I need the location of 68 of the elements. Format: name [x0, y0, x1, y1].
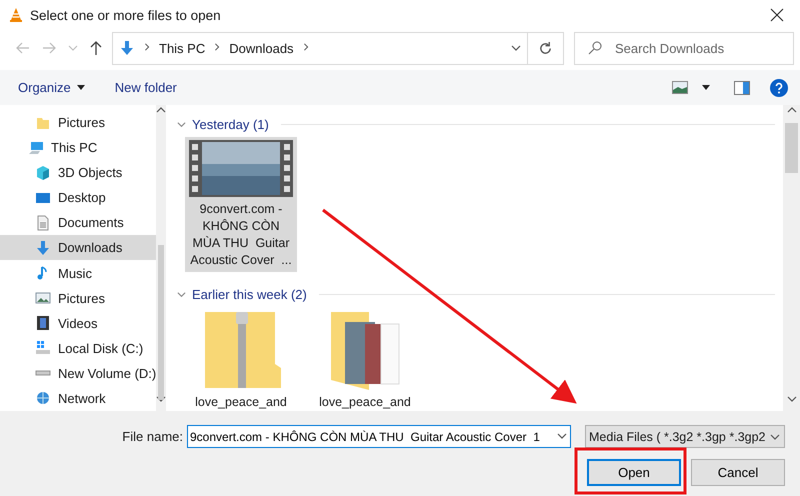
- window-title: Select one or more files to open: [30, 8, 222, 22]
- sidebar-item[interactable]: Desktop: [0, 185, 156, 210]
- chevron-icon: [156, 394, 166, 404]
- chevron-icon: [156, 105, 166, 115]
- caret-icon[interactable]: [702, 85, 710, 90]
- view-options-icon[interactable]: [672, 81, 688, 94]
- up-arrow-icon: [90, 40, 102, 56]
- document-icon: [35, 214, 51, 231]
- file-item[interactable]: love_peace_and: [309, 307, 421, 414]
- chevron-icon: [177, 290, 186, 298]
- computer-icon: [28, 140, 44, 156]
- sidebar-item[interactable]: Videos: [0, 310, 156, 336]
- sidebar-item[interactable]: Pictures: [0, 286, 156, 311]
- chevron-icon: [68, 43, 78, 53]
- scrollbar[interactable]: [783, 105, 800, 411]
- refresh-icon: [538, 40, 553, 56]
- search-icon: [588, 40, 602, 54]
- left-arrow-icon: [16, 42, 30, 54]
- caret-icon: [76, 85, 85, 90]
- drive-icon: [35, 370, 51, 376]
- close-icon: [770, 8, 784, 22]
- new-folder-button[interactable]: New folder: [114, 80, 177, 95]
- chevron-icon: [770, 432, 780, 442]
- sidebar-item[interactable]: Downloads: [0, 235, 156, 260]
- preview-pane-icon[interactable]: [734, 80, 750, 94]
- scrollbar-thumb[interactable]: [785, 123, 798, 173]
- search-field[interactable]: Search Downloads: [574, 32, 794, 64]
- file-name-label: File name:: [122, 429, 183, 444]
- picture-icon: [35, 290, 51, 306]
- chevron-icon: [302, 43, 310, 51]
- scrollbar[interactable]: [156, 105, 166, 411]
- sidebar-item[interactable]: Music: [0, 260, 156, 286]
- open-button[interactable]: Open: [587, 459, 681, 486]
- cube-icon: [35, 164, 51, 181]
- sidebar-item[interactable]: 3D Objects: [0, 160, 156, 186]
- film-icon: [35, 315, 51, 332]
- organize-menu[interactable]: Organize: [18, 80, 85, 95]
- address-bar[interactable]: This PC Downloads: [112, 32, 564, 64]
- chevron-icon: [786, 394, 796, 404]
- traffic-cone-icon: [8, 7, 24, 23]
- chevron-icon: [213, 43, 222, 51]
- drive-icon: [35, 340, 51, 356]
- down-arrow-icon: [119, 40, 135, 56]
- scrollbar-thumb[interactable]: [158, 245, 164, 400]
- sidebar-item[interactable]: New Volume (D:): [0, 360, 156, 386]
- file-type-dropdown[interactable]: Media Files ( *.3g2 *.3gp *.3gp2: [585, 425, 785, 448]
- sidebar-item[interactable]: Pictures: [0, 110, 156, 136]
- right-arrow-icon: [42, 42, 56, 54]
- file-item[interactable]: 9convert.com - KHÔNG CÒN MÙA THU Guitar Acoustic Cover ...: [185, 137, 297, 272]
- sidebar-item[interactable]: Network: [0, 386, 156, 411]
- chevron-icon: [557, 431, 567, 441]
- chevron-icon: [511, 43, 521, 53]
- down-arrow-icon: [35, 240, 51, 256]
- sidebar-item[interactable]: Local Disk (C:): [0, 336, 156, 361]
- cancel-button[interactable]: Cancel: [691, 459, 785, 486]
- sidebar-item[interactable]: This PC: [0, 135, 156, 160]
- breadcrumb[interactable]: Downloads: [229, 40, 294, 56]
- sidebar-item[interactable]: Documents: [0, 210, 156, 236]
- chevron-icon: [177, 120, 186, 128]
- group-header[interactable]: Earlier this week (2): [192, 286, 307, 302]
- file-name-field[interactable]: 9convert.com - KHÔNG CÒN MÙA THU Guitar Acoustic Cover 1: [187, 425, 571, 448]
- chevron-icon: [786, 105, 796, 115]
- breadcrumb[interactable]: This PC: [159, 40, 206, 56]
- network-icon: [35, 390, 51, 406]
- help-icon[interactable]: [770, 78, 788, 96]
- group-header[interactable]: Yesterday (1): [192, 116, 269, 132]
- file-item[interactable]: love_peace_and: [185, 307, 297, 414]
- chevron-icon: [143, 43, 151, 51]
